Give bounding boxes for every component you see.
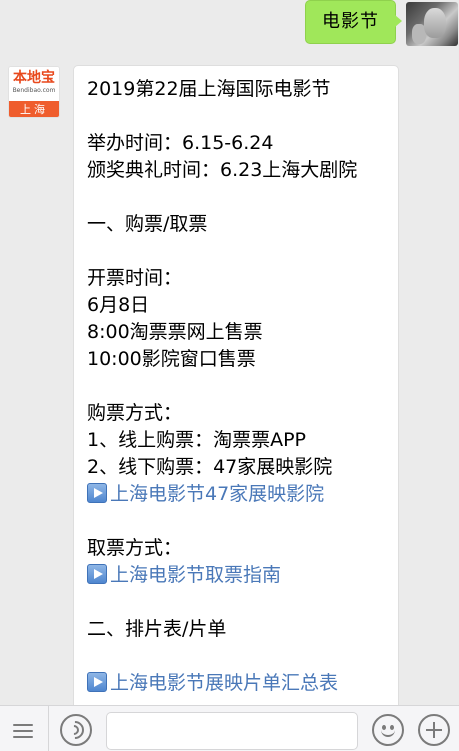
voice-icon[interactable] — [60, 714, 92, 746]
open-time-label: 开票时间： — [87, 267, 183, 289]
link-schedule-text[interactable]: 上海电影节展映片单汇总表 — [110, 672, 338, 694]
menu-icon-line — [13, 724, 33, 726]
message-title: 2019第22届上海国际电影节 — [87, 78, 331, 100]
link-pickup-guide[interactable]: 上海电影节取票指南 — [87, 562, 386, 589]
chat-input-bar — [0, 705, 459, 751]
my-avatar[interactable] — [406, 2, 458, 46]
divider — [48, 706, 49, 751]
avatar-photo-face — [424, 8, 446, 38]
sender-logo: 本地宝 Bendibao.com — [9, 67, 59, 101]
plus-icon-vertical — [433, 722, 435, 738]
sender-avatar[interactable]: 本地宝 Bendibao.com 上海 — [8, 66, 60, 118]
award-time: 颁奖典礼时间：6.23上海大剧院 — [87, 159, 358, 181]
sender-brand-name: 本地宝 — [13, 70, 55, 86]
incoming-message-bubble[interactable]: 2019第22届上海国际电影节 举办时间：6.15-6.24 颁奖典礼时间：6.… — [73, 65, 399, 715]
plus-icon[interactable] — [418, 714, 450, 746]
sender-city: 上海 — [9, 101, 59, 117]
buy-offline: 2、线下购票：47家展映影院 — [87, 456, 333, 478]
voice-icon-wave — [62, 717, 88, 743]
online-sale-time: 8:00淘票票网上售票 — [87, 321, 263, 343]
outgoing-message-bubble[interactable]: 电影节 — [305, 0, 402, 44]
emoji-icon[interactable] — [372, 714, 404, 746]
emoji-icon-mouth — [381, 729, 395, 737]
open-date: 6月8日 — [87, 294, 150, 316]
play-icon — [87, 564, 107, 584]
menu-icon-line — [13, 736, 33, 738]
window-sale-time: 10:00影院窗口售票 — [87, 348, 256, 370]
pickup-method-label: 取票方式： — [87, 537, 183, 559]
section-heading-schedule: 二、排片表/片单 — [87, 618, 227, 640]
held-time: 举办时间：6.15-6.24 — [87, 132, 274, 154]
link-pickup-guide-text[interactable]: 上海电影节取票指南 — [110, 564, 281, 586]
buy-method-label: 购票方式： — [87, 402, 183, 424]
link-schedule[interactable]: 上海电影节展映片单汇总表 — [87, 670, 386, 697]
link-cinemas[interactable]: 上海电影节47家展映影院 — [87, 481, 386, 508]
chat-screen: 电影节 本地宝 Bendibao.com 上海 2019第22届上海国际电影节 … — [0, 0, 459, 751]
buy-online: 1、线上购票：淘票票APP — [87, 429, 307, 451]
section-heading-tickets: 一、购票/取票 — [87, 213, 208, 235]
menu-icon[interactable] — [9, 719, 37, 743]
link-cinemas-text[interactable]: 上海电影节47家展映影院 — [110, 483, 324, 505]
message-input[interactable] — [106, 712, 358, 750]
menu-icon-line — [13, 730, 33, 732]
play-icon — [87, 672, 107, 692]
play-icon — [87, 483, 107, 503]
sender-domain: Bendibao.com — [12, 87, 56, 94]
